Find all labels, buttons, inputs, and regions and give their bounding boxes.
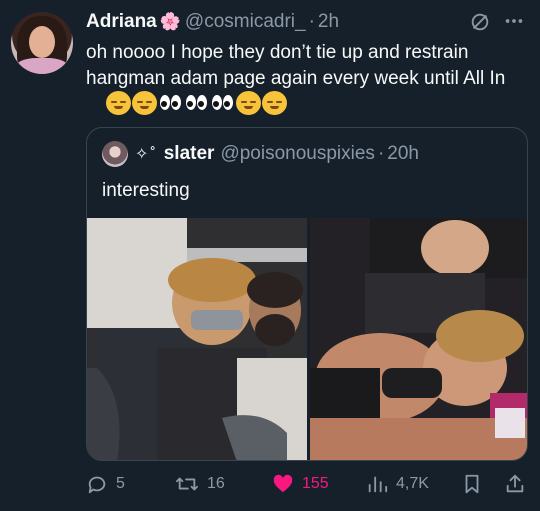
tweet-header: Adriana 🌸 @cosmicadri_ · 2h [86,9,339,35]
bookmark-icon [465,474,479,494]
author-avatar[interactable] [11,12,73,74]
emoji-row [106,91,287,117]
author-handle[interactable]: @cosmicadri_ [185,11,306,33]
tweet-text: oh noooo I hope they don’t tie up and re… [86,42,506,89]
quoted-tweet[interactable]: ✧˚ slater @poisonouspixies · 20h interes… [86,127,528,461]
like-button[interactable]: 155 [272,470,329,498]
tweet[interactable]: Adriana 🌸 @cosmicadri_ · 2h oh noooo I h… [0,0,540,511]
pensive-face-emoji [132,91,157,115]
action-bar: 5 16 155 4,7K [0,470,540,500]
heart-icon [273,474,293,493]
reply-count: 5 [116,475,125,492]
pensive-face-emoji [106,91,131,115]
reply-icon [88,476,106,494]
more-options-icon[interactable] [503,10,525,32]
reply-button[interactable]: 5 [86,470,125,498]
views-icon [368,476,388,493]
pensive-face-emoji [262,91,287,115]
quoted-author-avatar [102,141,128,167]
quoted-tweet-text: interesting [102,180,190,201]
quoted-tweet-header: ✧˚ slater @poisonouspixies · 20h [102,141,419,167]
sparkles-text: ✧˚ [135,146,158,163]
quoted-author-name: slater [163,143,215,164]
views-button[interactable]: 4,7K [366,470,429,498]
share-icon [506,474,524,493]
retweet-button[interactable]: 16 [175,470,225,498]
share-button[interactable] [504,470,534,498]
author-name[interactable]: Adriana [86,11,157,33]
wrestler-choked-photo[interactable] [310,218,527,460]
wrestler-gagged-photo[interactable] [87,218,307,460]
eyes-emoji [158,91,183,115]
bookmark-button[interactable] [462,470,490,498]
timestamp[interactable]: 2h [318,11,339,33]
eyes-emoji [210,91,235,115]
flower-emoji: 🌸 [159,12,181,31]
eyes-emoji [184,91,209,115]
avatar-shirt [15,58,69,74]
views-count: 4,7K [396,475,429,492]
pensive-face-emoji [236,91,261,115]
quoted-author-handle: @poisonouspixies [220,143,375,164]
retweet-icon [176,477,198,491]
separator-dot: · [377,143,385,164]
quoted-media [87,218,527,460]
retweet-count: 16 [207,475,225,492]
grok-icon[interactable] [469,11,491,33]
like-count: 155 [302,475,329,492]
avatar-face [29,26,55,58]
quoted-timestamp: 20h [387,143,419,164]
separator-dot: · [308,11,315,32]
